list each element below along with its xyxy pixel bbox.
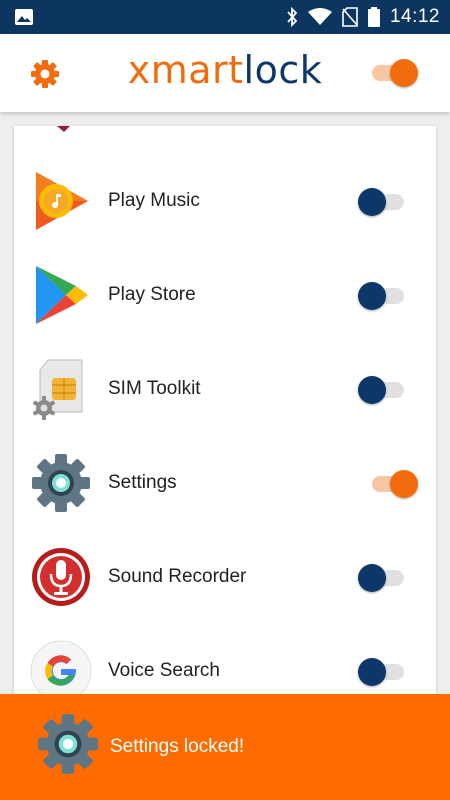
list-item-play-store[interactable]: Play Store <box>14 248 436 342</box>
app-name: Play Music <box>108 190 200 211</box>
toggle-thumb <box>358 376 386 404</box>
lock-toggle[interactable] <box>358 655 408 686</box>
bluetooth-icon <box>287 7 298 27</box>
status-time: 14:12 <box>389 6 440 27</box>
settings-gear-icon <box>32 454 90 512</box>
master-lock-toggle[interactable] <box>368 56 418 87</box>
toggle-thumb <box>390 470 418 498</box>
play-store-icon <box>36 266 88 324</box>
toggle-thumb <box>358 564 386 592</box>
lock-toggle[interactable] <box>358 185 408 216</box>
list-item-play-music[interactable]: Play Music <box>14 154 436 248</box>
image-icon <box>15 9 33 25</box>
battery-icon <box>367 7 380 27</box>
app-bar: xmartlock <box>0 34 450 112</box>
wifi-icon <box>307 8 332 25</box>
app-list: Play Music Play Store SIM Toolkit Settin… <box>14 126 436 716</box>
logo-xmart: xmart <box>127 48 244 92</box>
play-music-icon <box>36 172 88 230</box>
partial-app-icon <box>57 126 70 132</box>
status-bar: 14:12 <box>0 0 450 34</box>
lock-toggle[interactable] <box>358 279 408 310</box>
list-item-sim-toolkit[interactable]: SIM Toolkit <box>14 342 436 436</box>
lock-toggle[interactable] <box>358 561 408 592</box>
lock-toggle[interactable] <box>368 467 418 498</box>
app-name: SIM Toolkit <box>108 378 201 399</box>
toggle-thumb <box>358 658 386 686</box>
app-name: Sound Recorder <box>108 566 247 587</box>
no-sim-icon <box>342 7 358 27</box>
sim-toolkit-icon <box>32 359 83 420</box>
logo-lock: lock <box>243 48 323 92</box>
lock-toggle[interactable] <box>358 373 408 404</box>
sound-recorder-icon <box>32 548 90 606</box>
settings-gear-icon <box>38 714 98 774</box>
google-icon <box>30 640 92 702</box>
toggle-thumb <box>390 59 418 87</box>
app-name: Play Store <box>108 284 196 305</box>
app-name: Settings <box>108 472 177 493</box>
snackbar-message: Settings locked! <box>110 736 245 757</box>
snackbar: Settings locked! <box>0 694 450 800</box>
toggle-thumb <box>358 188 386 216</box>
list-item-settings[interactable]: Settings <box>14 436 436 530</box>
list-item-sound-recorder[interactable]: Sound Recorder <box>14 530 436 624</box>
toggle-thumb <box>358 282 386 310</box>
